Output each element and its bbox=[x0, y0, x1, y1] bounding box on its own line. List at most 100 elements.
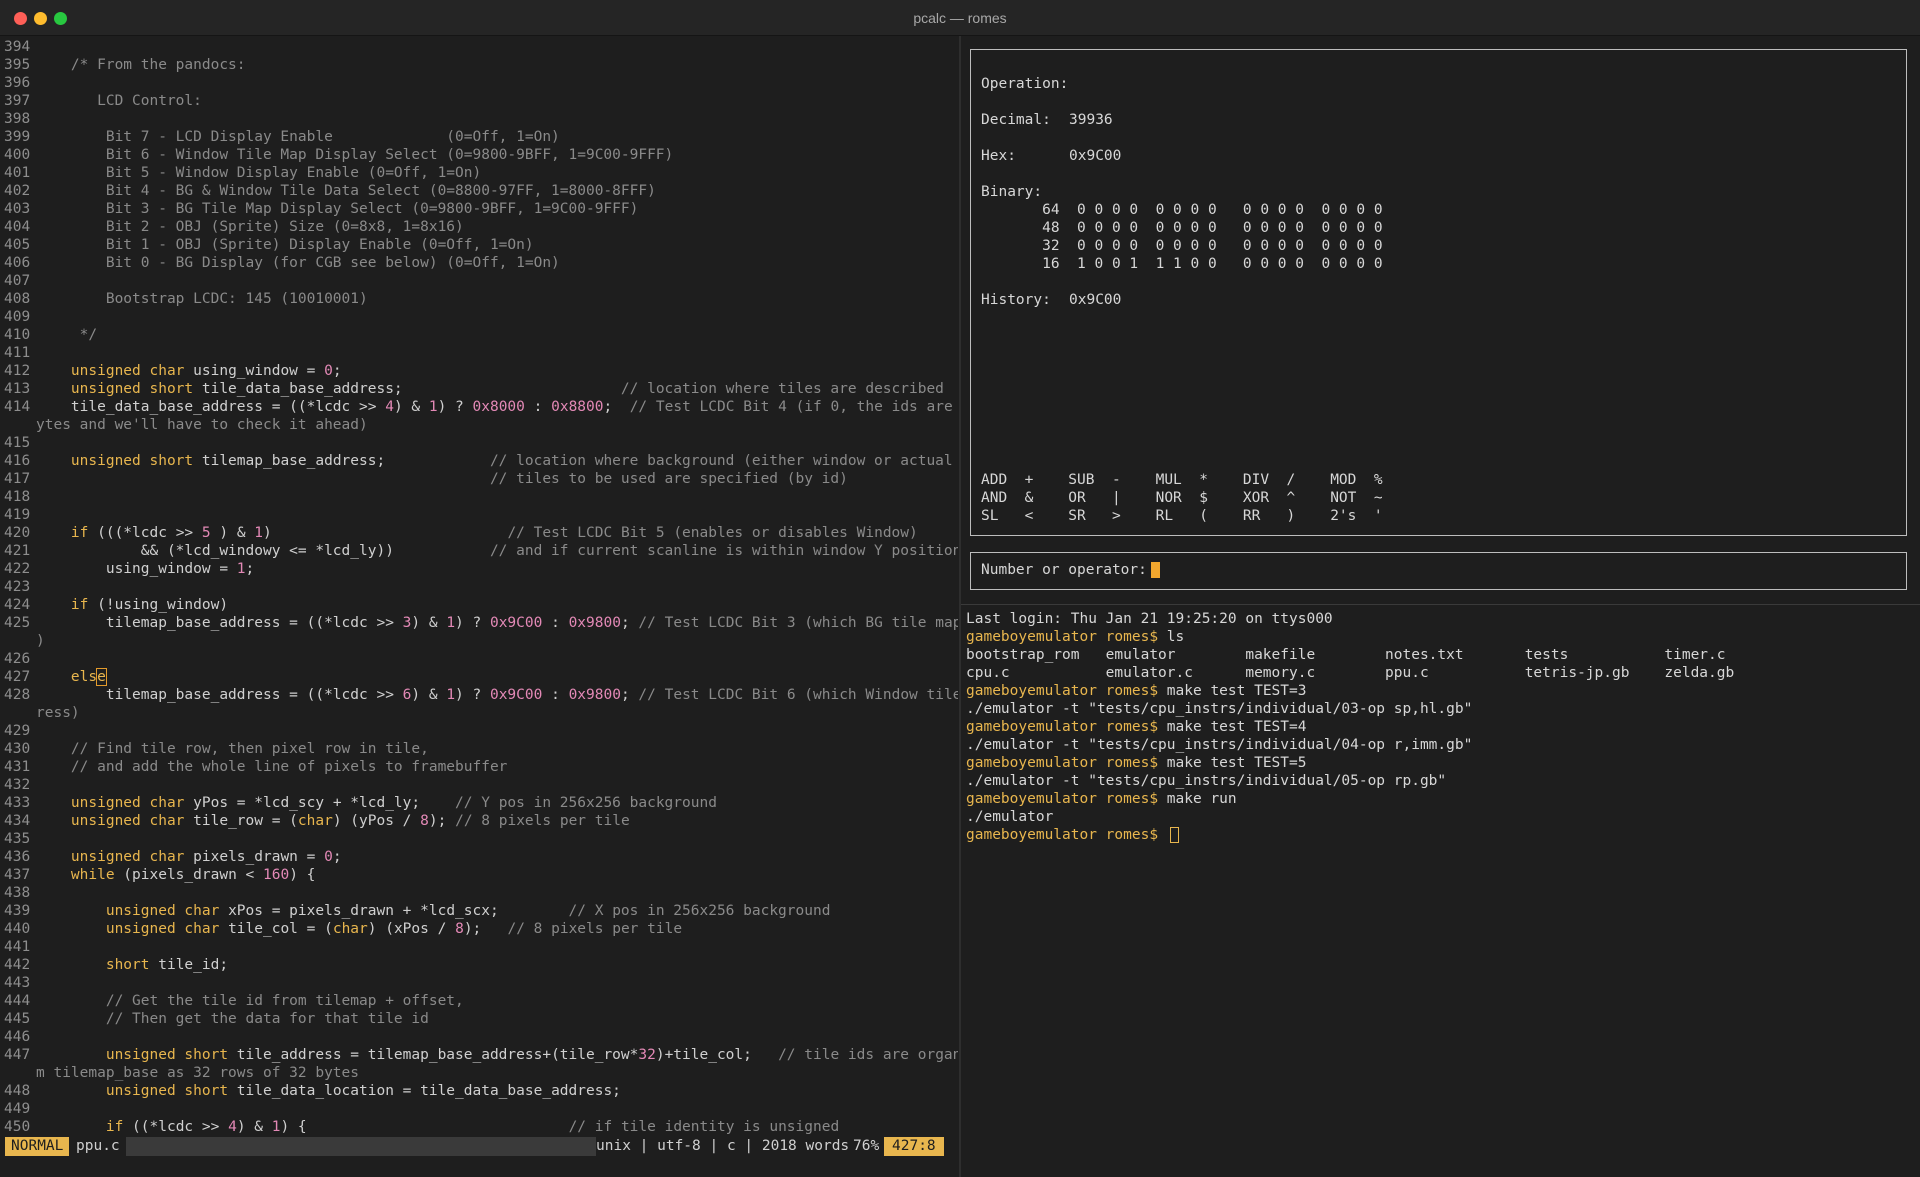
code-line[interactable]: 425 tilemap_base_address = ((*lcdc >> 3)… bbox=[0, 614, 958, 632]
terminal-text: Last login: Thu Jan 21 19:25:20 on ttys0… bbox=[966, 611, 1333, 627]
code-line[interactable]: 415 bbox=[0, 434, 36, 452]
code-text: unsigned short tile_data_base_address; /… bbox=[36, 381, 944, 397]
code-line[interactable]: 395 /* From the pandocs: bbox=[0, 56, 246, 74]
code-line[interactable]: 420 if (((*lcdc >> 5 ) & 1) // Test LCDC… bbox=[0, 524, 918, 542]
terminal-output-line: ./emulator -t "tests/cpu_instrs/individu… bbox=[966, 736, 1472, 754]
code-line[interactable]: 421 && (*lcd_windowy <= *lcd_ly)) // and… bbox=[0, 542, 958, 560]
code-token: */ bbox=[36, 327, 98, 343]
code-line[interactable]: 402 Bit 4 - BG & Window Tile Data Select… bbox=[0, 182, 656, 200]
code-line[interactable]: 398 bbox=[0, 110, 36, 128]
line-number: 433 bbox=[4, 795, 31, 811]
code-line[interactable]: 441 bbox=[0, 938, 36, 956]
code-text: // and add the whole line of pixels to f… bbox=[36, 759, 508, 775]
code-token: 0x9800 bbox=[568, 615, 621, 631]
code-token: /* From the pandocs: bbox=[36, 57, 246, 73]
code-line[interactable]: 405 Bit 1 - OBJ (Sprite) Display Enable … bbox=[0, 236, 534, 254]
code-token: ) & bbox=[393, 399, 429, 415]
code-line[interactable]: 404 Bit 2 - OBJ (Sprite) Size (0=8x8, 1=… bbox=[0, 218, 464, 236]
code-line[interactable]: 448 unsigned short tile_data_location = … bbox=[0, 1082, 621, 1100]
code-line[interactable]: 431 // and add the whole line of pixels … bbox=[0, 758, 507, 776]
code-token: // Test LCDC Bit 6 (which Window tile ma… bbox=[638, 687, 958, 703]
code-text: unsigned char xPos = pixels_drawn + *lcd… bbox=[36, 903, 831, 919]
code-line[interactable]: 432 bbox=[0, 776, 36, 794]
code-line[interactable]: 424 if (!using_window) bbox=[0, 596, 228, 614]
code-token: // 8 pixels per tile bbox=[455, 813, 630, 829]
code-line[interactable]: 438 bbox=[0, 884, 36, 902]
code-line[interactable]: 442 short tile_id; bbox=[0, 956, 228, 974]
code-line[interactable]: 427 else bbox=[0, 668, 107, 686]
code-token: 4 bbox=[228, 1119, 237, 1135]
code-token: ) bbox=[263, 525, 508, 541]
code-line[interactable]: 449 bbox=[0, 1100, 36, 1118]
code-line[interactable]: 437 while (pixels_drawn < 160) { bbox=[0, 866, 315, 884]
code-line[interactable]: 414 tile_data_base_address = ((*lcdc >> … bbox=[0, 398, 958, 416]
code-line[interactable]: 428 tilemap_base_address = ((*lcdc >> 6)… bbox=[0, 686, 958, 704]
code-token: ((*lcdc >> bbox=[123, 1119, 229, 1135]
code-line[interactable]: 444 // Get the tile id from tilemap + of… bbox=[0, 992, 464, 1010]
code-line[interactable]: 443 bbox=[0, 974, 36, 992]
calculator-input[interactable]: Number or operator: bbox=[981, 561, 1160, 579]
vim-editor-pane[interactable]: 394 395 /* From the pandocs: 396 397 LCD Co… bbox=[0, 38, 958, 1138]
code-line[interactable]: 429 bbox=[0, 722, 36, 740]
code-line[interactable]: 422 using_window = 1; bbox=[0, 560, 254, 578]
line-number: 430 bbox=[4, 741, 31, 757]
code-line[interactable]: 397 LCD Control: bbox=[0, 92, 202, 110]
code-token: (pixels_drawn < bbox=[114, 867, 263, 883]
code-line[interactable]: 407 bbox=[0, 272, 36, 290]
code-line[interactable]: 394 bbox=[0, 38, 36, 56]
code-line[interactable]: 435 bbox=[0, 830, 36, 848]
code-line[interactable]: 447 unsigned short tile_address = tilema… bbox=[0, 1046, 958, 1064]
line-number: 439 bbox=[4, 903, 31, 919]
code-line[interactable]: 433 unsigned char yPos = *lcd_scy + *lcd… bbox=[0, 794, 717, 812]
code-line[interactable]: 418 bbox=[0, 488, 36, 506]
code-line[interactable]: 439 unsigned char xPos = pixels_drawn + … bbox=[0, 902, 830, 920]
code-line[interactable]: 440 unsigned char tile_col = (char) (xPo… bbox=[0, 920, 682, 938]
operation-label: Operation: bbox=[981, 76, 1069, 92]
line-number: 427 bbox=[4, 669, 31, 685]
binary-row: 16 1 0 0 1 1 1 0 0 0 0 0 0 0 0 0 0 bbox=[981, 256, 1383, 272]
code-line[interactable]: 406 Bit 0 - BG Display (for CGB see belo… bbox=[0, 254, 560, 272]
code-line[interactable]: 403 Bit 3 - BG Tile Map Display Select (… bbox=[0, 200, 638, 218]
terminal-command-line: gameboyemulator romes$ make test TEST=3 bbox=[966, 682, 1306, 700]
code-text: Bit 5 - Window Display Enable (0=Off, 1=… bbox=[36, 165, 481, 181]
code-line[interactable]: 450 if ((*lcdc >> 4) & 1) { // if tile i… bbox=[0, 1118, 839, 1136]
code-token: : bbox=[542, 687, 569, 703]
code-line[interactable]: 399 Bit 7 - LCD Display Enable (0=Off, 1… bbox=[0, 128, 560, 146]
code-text: */ bbox=[36, 327, 97, 343]
code-line[interactable]: 400 Bit 6 - Window Tile Map Display Sele… bbox=[0, 146, 673, 164]
code-line[interactable]: 417 // tiles to be used are specified (b… bbox=[0, 470, 848, 488]
code-line[interactable]: 409 bbox=[0, 308, 36, 326]
code-line[interactable]: 401 Bit 5 - Window Display Enable (0=Off… bbox=[0, 164, 481, 182]
code-token: unsigned char bbox=[70, 813, 185, 829]
code-text: Bit 1 - OBJ (Sprite) Display Enable (0=O… bbox=[36, 237, 534, 253]
line-number: 428 bbox=[4, 687, 31, 703]
code-line[interactable]: 419 bbox=[0, 506, 36, 524]
code-line[interactable]: 446 bbox=[0, 1028, 36, 1046]
code-line[interactable]: 430 // Find tile row, then pixel row in … bbox=[0, 740, 429, 758]
code-token: // if tile identity is unsigned bbox=[568, 1119, 840, 1135]
code-line[interactable]: 434 unsigned char tile_row = (char) (yPo… bbox=[0, 812, 630, 830]
code-token: unsigned char bbox=[70, 363, 185, 379]
code-line[interactable]: 416 unsigned short tilemap_base_address;… bbox=[0, 452, 958, 470]
terminal-command-line: gameboyemulator romes$ ls bbox=[966, 628, 1184, 646]
code-token: els bbox=[70, 669, 98, 685]
code-line[interactable]: 426 bbox=[0, 650, 36, 668]
code-text: /* From the pandocs: bbox=[36, 57, 246, 73]
code-token: Bit 3 - BG Tile Map Display Select (0=98… bbox=[36, 201, 639, 217]
code-line[interactable]: 423 bbox=[0, 578, 36, 596]
code-line[interactable]: 445 // Then get the data for that tile i… bbox=[0, 1010, 429, 1028]
code-line[interactable]: 408 Bootstrap LCDC: 145 (10010001) bbox=[0, 290, 368, 308]
line-number: 434 bbox=[4, 813, 31, 829]
input-cursor bbox=[1150, 562, 1160, 578]
code-line[interactable]: 410 */ bbox=[0, 326, 97, 344]
pane-divider[interactable] bbox=[959, 36, 961, 1177]
line-number: 407 bbox=[4, 273, 31, 289]
code-line[interactable]: 411 bbox=[0, 344, 36, 362]
scroll-percent: 76% bbox=[853, 1138, 880, 1154]
code-line[interactable]: 413 unsigned short tile_data_base_addres… bbox=[0, 380, 944, 398]
code-line[interactable]: 412 unsigned char using_window = 0; bbox=[0, 362, 342, 380]
code-line[interactable]: 436 unsigned char pixels_drawn = 0; bbox=[0, 848, 342, 866]
code-line[interactable]: 396 bbox=[0, 74, 36, 92]
